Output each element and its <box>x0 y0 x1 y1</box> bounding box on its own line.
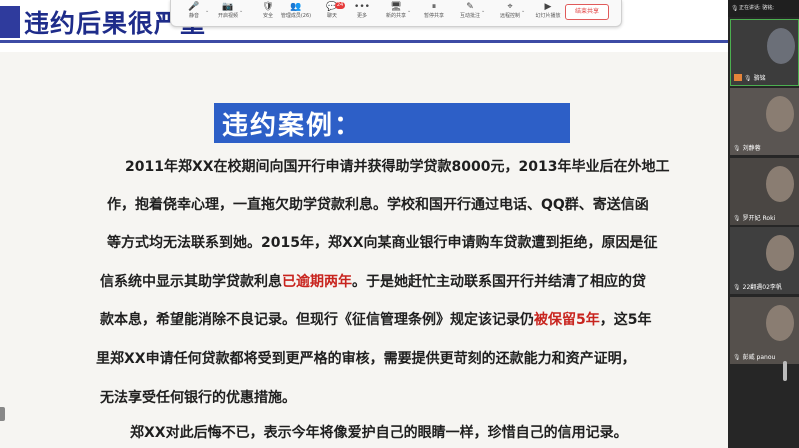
chevron-down-icon[interactable]: ⌄ <box>407 8 411 14</box>
participant-panel: 🎙 正在讲话: 骆铭; 🎙 骆铭 🎙 刘静蓉 🎙 罗开妃 Roki 🎙 22翻遇02李帆 🎙 彭威… <box>728 0 799 448</box>
participant-name-text: 彭威 panou <box>742 354 776 361</box>
participant-tile[interactable]: 🎙 刘静蓉 <box>730 88 799 155</box>
shared-slide: 违约后果很严重 违约案例： 2011年郑XX在校期间向国开行申请并获得助学贷款8… <box>0 0 728 448</box>
case-text-line: 无法享受任何银行的优惠措施。 <box>100 387 712 407</box>
microphone-button[interactable]: 🎤 静音 ⌄ <box>177 2 211 26</box>
toolbar-label: 新的共享 <box>385 13 406 19</box>
toolbar-label: 更多 <box>356 13 367 19</box>
chat-count-badge: 24 <box>335 2 345 9</box>
new-share-button[interactable]: 🖥 新的共享 ⌄ <box>379 2 413 26</box>
header-rule <box>0 40 728 43</box>
toolbar-label: 静音 <box>188 13 199 19</box>
case-text-line: 作，抱着侥幸心理，一直拖欠助学贷款利息。学校和国开行通过电话、QQ群、寄送信函 <box>107 194 719 214</box>
participant-name: 🎙 彭威 panou <box>733 352 775 361</box>
more-button[interactable]: ••• 更多 <box>345 2 379 26</box>
text-segment: ，这5年 <box>599 312 652 328</box>
microphone-icon: 🎙 <box>733 284 741 291</box>
speaking-label: 正在讲话: 骆铭; <box>739 5 774 11</box>
speaking-indicator: 🎙 正在讲话: 骆铭; <box>728 0 799 17</box>
participant-video <box>766 235 794 271</box>
text-segment: 款本息，希望能消除不良记录。但现行《征信管理条例》规定该记录仍 <box>100 312 534 328</box>
participant-video <box>766 305 794 341</box>
toolbar-label: 暂停共享 <box>423 13 444 19</box>
microphone-icon: 🎙 <box>744 75 752 82</box>
participant-video <box>766 96 794 132</box>
text-segment: 等方式均无法联系到她。2015年，郑XX向某商业银行申请购车贷款遭到拒绝，原因是… <box>107 235 658 251</box>
toolbar-label: 互动批注 <box>459 13 480 19</box>
video-play-icon: ▶ <box>544 2 552 12</box>
participant-name: 🎙 骆铭 <box>734 73 766 82</box>
participant-tile[interactable]: 🎙 彭威 panou <box>730 297 799 364</box>
header-accent-bar <box>0 6 20 38</box>
participant-name-text: 22翻遇02李帆 <box>742 284 782 291</box>
text-segment: 郑XX对此后悔不已，表示今年将像爱护自己的眼睛一样，珍惜自己的信用记录。 <box>130 425 628 441</box>
highlight-text: 被保留5年 <box>534 312 600 328</box>
microphone-icon: 🎙 <box>731 5 739 12</box>
text-segment: 。于是她赶忙主动联系国开行并结清了相应的贷 <box>352 274 646 290</box>
participant-tile[interactable]: 🎙 骆铭 <box>730 19 799 86</box>
chevron-down-icon[interactable]: ⌄ <box>239 8 243 14</box>
host-icon <box>734 74 742 81</box>
participant-tile[interactable]: 🎙 22翻遇02李帆 <box>730 227 799 294</box>
case-text-line: 郑XX对此后悔不已，表示今年将像爱护自己的眼睛一样，珍惜自己的信用记录。 <box>130 422 728 442</box>
toolbar-label: 管理成员(26) <box>280 13 312 19</box>
microphone-icon: 🎙 <box>733 354 741 361</box>
participant-name-text: 骆铭 <box>753 75 766 82</box>
case-text-line: 里郑XX申请任何贷款都将受到更严格的审核，需要提供更苛刻的还款能力和资产证明， <box>96 348 708 368</box>
participant-name: 🎙 刘静蓉 <box>733 143 761 152</box>
participant-name: 🎙 22翻遇02李帆 <box>733 282 782 291</box>
participants-icon: 👥 <box>290 2 302 12</box>
text-segment: 信系统中显示其助学贷款利息 <box>100 274 282 290</box>
case-text-line: 款本息，希望能消除不良记录。但现行《征信管理条例》规定该记录仍被保留5年，这5年 <box>100 309 712 329</box>
pause-share-icon: ⏸ <box>431 2 437 12</box>
text-segment: 无法享受任何银行的优惠措施。 <box>100 390 296 406</box>
case-title-box: 违约案例： <box>214 103 570 143</box>
chevron-down-icon[interactable]: ⌄ <box>521 8 525 14</box>
text-segment: 里郑XX申请任何贷款都将受到更严格的审核，需要提供更苛刻的还款能力和资产证明， <box>96 351 636 367</box>
annotate-button[interactable]: ✎ 互动批注 ⌄ <box>453 2 487 26</box>
toolbar-label: 聊天 <box>326 13 337 19</box>
toolbar-label: 开启视频 <box>217 13 238 19</box>
pause-share-button[interactable]: ⏸ 暂停共享 <box>417 2 451 26</box>
participants-button[interactable]: 👥 管理成员(26) <box>279 2 313 26</box>
chevron-down-icon[interactable]: ⌄ <box>481 8 485 14</box>
camera-button[interactable]: 📷 开启视频 ⌄ <box>211 2 245 26</box>
more-icon: ••• <box>354 2 370 12</box>
text-segment: 2011年郑XX在校期间向国开行申请并获得助学贷款8000元，2013年毕业后在… <box>125 159 670 175</box>
case-title: 违约案例： <box>222 111 363 141</box>
left-collapse-handle[interactable] <box>0 407 5 421</box>
participant-video <box>767 28 795 64</box>
participant-name-text: 刘静蓉 <box>742 145 761 152</box>
participant-video <box>766 166 794 202</box>
chat-button[interactable]: 💬 聊天 24 <box>315 2 349 26</box>
participant-name-text: 罗开妃 Roki <box>742 215 776 222</box>
video-play-button[interactable]: ▶ 幻灯片播放 <box>531 2 565 26</box>
remote-control-button[interactable]: ⌖ 远程控制 ⌄ <box>493 2 527 26</box>
panel-scrollbar[interactable] <box>783 361 787 381</box>
microphone-icon: 🎙 <box>733 215 741 222</box>
case-text-line: 2011年郑XX在校期间向国开行申请并获得助学贷款8000元，2013年毕业后在… <box>125 156 728 176</box>
toolbar-label: 远程控制 <box>499 13 520 19</box>
highlight-text: 已逾期两年 <box>282 274 352 290</box>
case-text-line: 等方式均无法联系到她。2015年，郑XX向某商业银行申请购车贷款遭到拒绝，原因是… <box>107 232 719 252</box>
participant-tile[interactable]: 🎙 罗开妃 Roki <box>730 158 799 225</box>
slide-body: 违约案例： 2011年郑XX在校期间向国开行申请并获得助学贷款8000元，201… <box>0 52 728 448</box>
case-text-line: 信系统中显示其助学贷款利息已逾期两年。于是她赶忙主动联系国开行并结清了相应的贷 <box>100 271 712 291</box>
text-segment: 作，抱着侥幸心理，一直拖欠助学贷款利息。学校和国开行通过电话、QQ群、寄送信函 <box>107 197 649 213</box>
microphone-icon: 🎙 <box>733 145 741 152</box>
toolbar-label: 幻灯片播放 <box>535 13 561 19</box>
participant-name: 🎙 罗开妃 Roki <box>733 213 775 222</box>
meeting-toolbar: 🎤 静音 ⌄ 📷 开启视频 ⌄ 🛡 安全 👥 管理成员(26) 💬 聊天 24 ••• 更多 🖥 新的共享 ⌄ ⏸ 暂… <box>170 0 622 27</box>
end-share-button[interactable]: 结束共享 <box>565 4 609 20</box>
chevron-down-icon[interactable]: ⌄ <box>205 8 209 14</box>
